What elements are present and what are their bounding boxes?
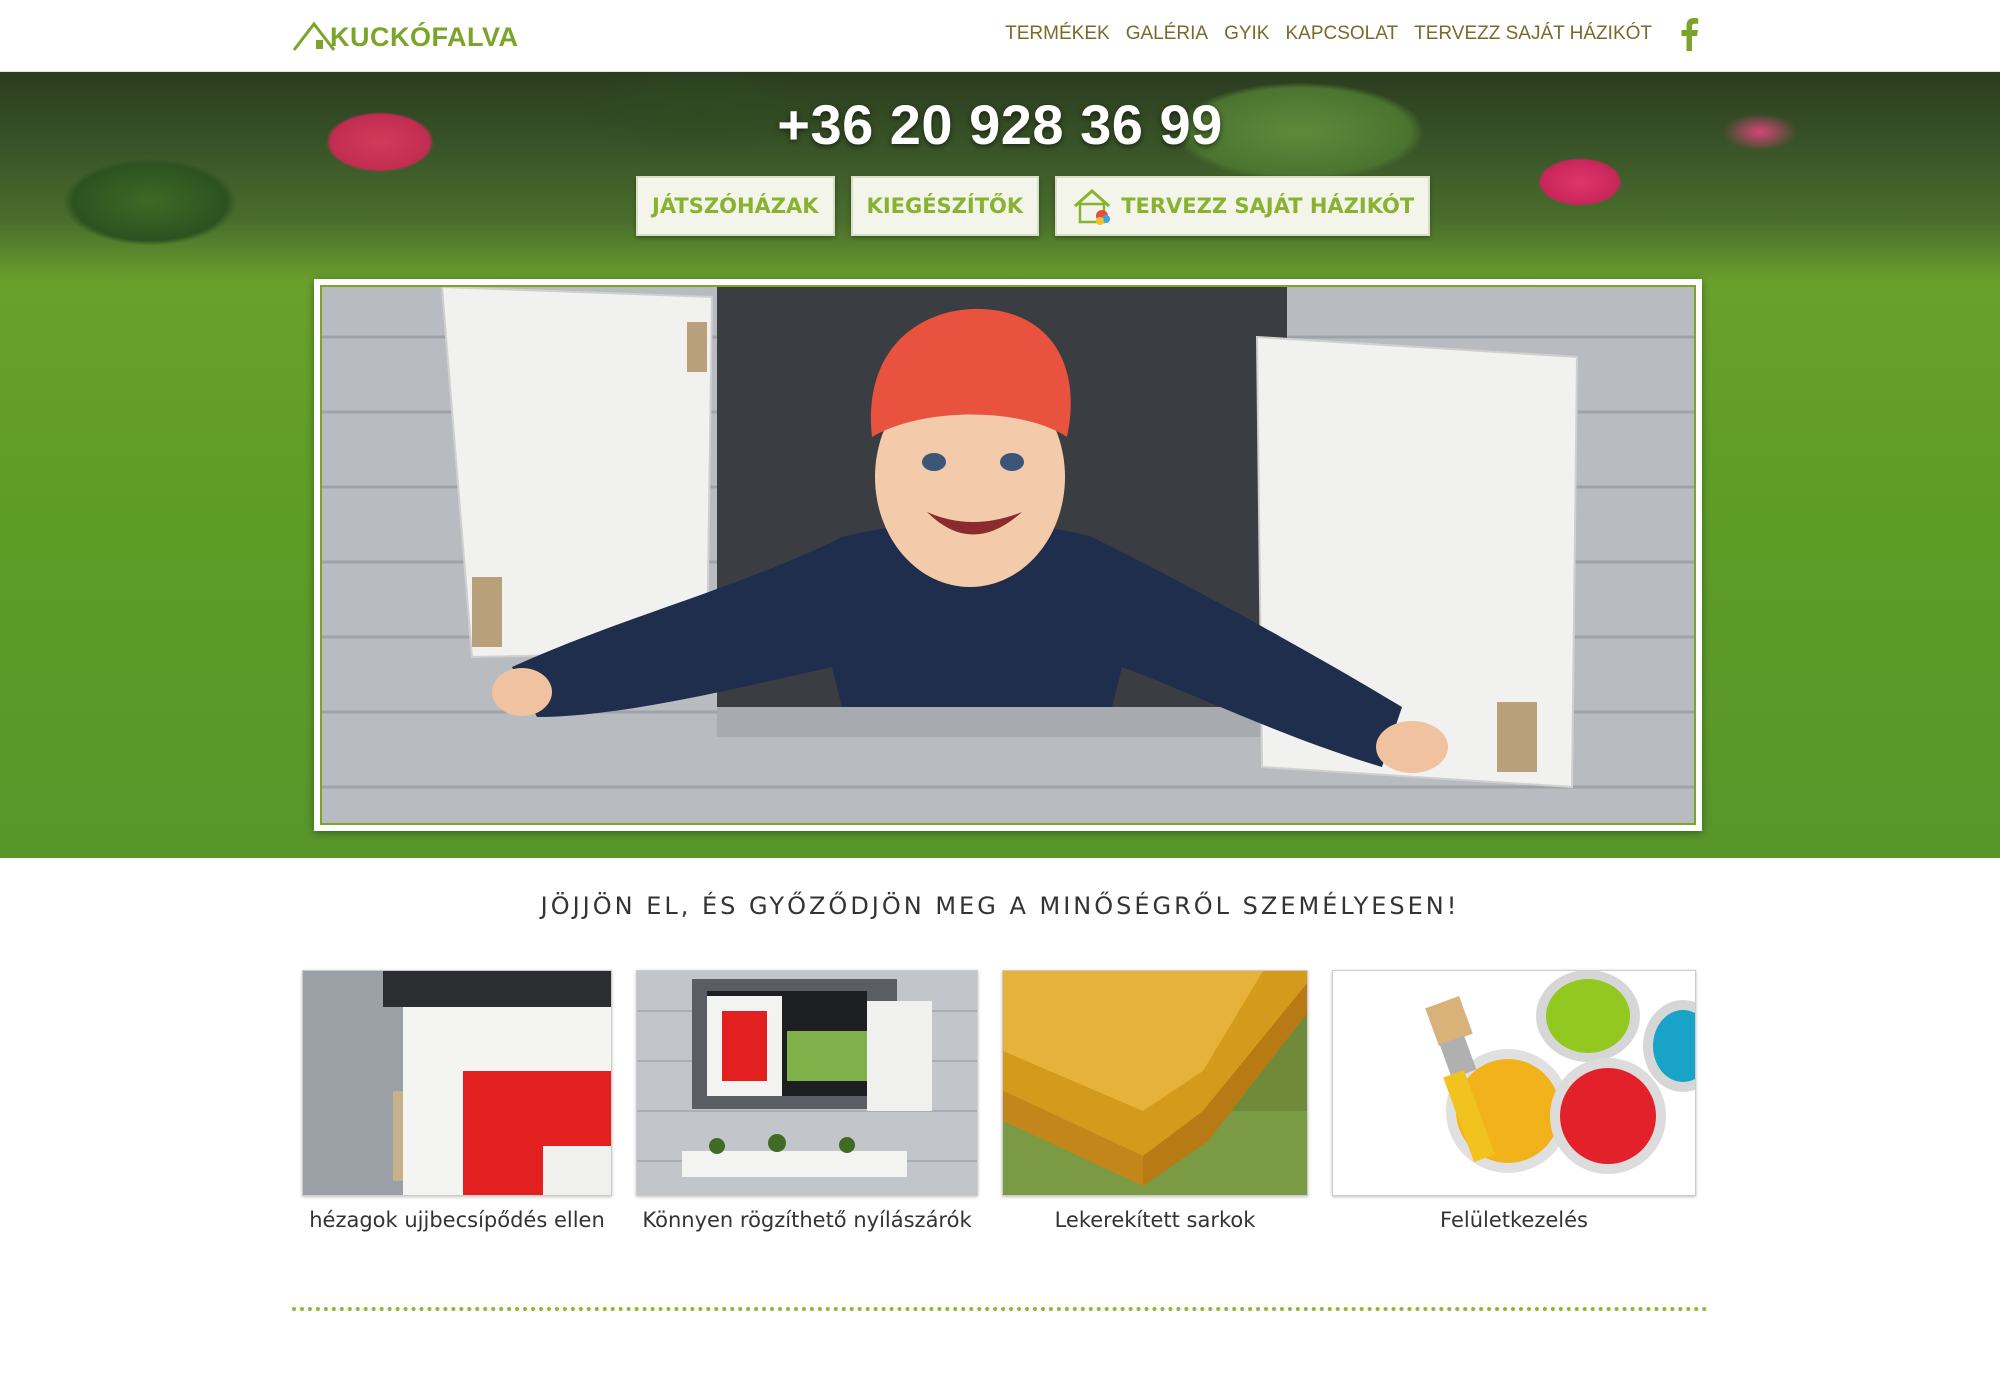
hero-photo-frame [314,279,1702,831]
section-divider [292,1307,1708,1311]
nav-item-termekek[interactable]: TERMÉKEK [1005,23,1110,45]
accessories-button[interactable]: KIEGÉSZÍTŐK [850,176,1040,236]
nav-item-kapcsolat[interactable]: KAPCSOLAT [1285,23,1398,45]
hero-photo [320,285,1696,825]
features-grid: hézagok ujjbecsípődés ellen Könnyen rögz… [302,970,1696,1240]
feature-caption: Felületkezelés [1440,1208,1588,1232]
main-nav: TERMÉKEK GALÉRIA GYIK KAPCSOLAT TERVEZZ … [1005,14,1700,54]
design-house-label: TERVEZZ SAJÁT HÁZIKÓT [1121,194,1415,218]
feature-card[interactable]: Könnyen rögzíthető nyílászárók [636,970,978,1232]
nav-item-galeria[interactable]: GALÉRIA [1126,23,1208,45]
tagline: JÖJJÖN EL, ÉS GYŐZŐDJÖN MEG A MINŐSÉGRŐL… [540,892,1460,920]
design-house-button[interactable]: TERVEZZ SAJÁT HÁZIKÓT [1055,176,1431,236]
feature-card[interactable]: hézagok ujjbecsípődés ellen [302,970,612,1232]
playhouses-button[interactable]: JÁTSZÓHÁZAK [636,176,835,236]
hero-banner: +36 20 928 36 99 JÁTSZÓHÁZAK KIEGÉSZÍTŐK… [0,72,2000,858]
nav-item-tervezz[interactable]: TERVEZZ SAJÁT HÁZIKÓT [1414,23,1652,45]
hero-buttons: JÁTSZÓHÁZAK KIEGÉSZÍTŐK TERVEZZ SAJÁT HÁ… [636,176,1431,236]
nav-item-gyik[interactable]: GYIK [1224,23,1269,45]
phone-number[interactable]: +36 20 928 36 99 [0,92,2000,157]
feature-image-paint [1332,970,1696,1196]
feature-caption: Könnyen rögzíthető nyílászárók [642,1208,972,1232]
feature-caption: hézagok ujjbecsípődés ellen [309,1208,605,1232]
facebook-icon[interactable] [1678,17,1700,51]
site-header: KUCKÓFALVA TERMÉKEK GALÉRIA GYIK KAPCSOL… [0,0,2000,72]
feature-caption: Lekerekített sarkok [1054,1208,1256,1232]
child-in-playhouse-image [322,287,1694,823]
feature-image-gap [302,970,612,1196]
feature-image-corner [1002,970,1308,1196]
feature-card[interactable]: Felületkezelés [1332,970,1696,1232]
feature-image-window [636,970,978,1196]
logo-text: KUCKÓFALVA [330,22,519,52]
house-color-icon [1074,188,1111,225]
logo[interactable]: KUCKÓFALVA [292,16,519,52]
feature-card[interactable]: Lekerekített sarkok [1002,970,1308,1232]
